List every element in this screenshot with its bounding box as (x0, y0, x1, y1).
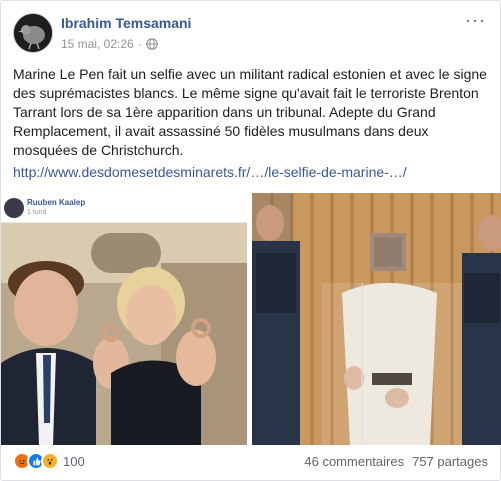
reactions-summary[interactable]: 100 (13, 452, 85, 470)
embedded-avatar (4, 198, 24, 218)
post-images[interactable]: Ruuben Kaalep 1 tund (1, 193, 501, 445)
meta-separator: · (137, 37, 142, 51)
selfie-photo (1, 223, 247, 445)
wow-icon (41, 452, 59, 470)
facebook-post: Ibrahim Temsamani 15 mai, 02:26 · ··· Ma… (0, 0, 501, 481)
post-body-text: Marine Le Pen fait un selfie avec un mil… (13, 66, 487, 158)
embedded-post-time: 1 tund (27, 209, 47, 216)
globe-icon[interactable] (145, 38, 158, 50)
embedded-post-header: Ruuben Kaalep 1 tund (1, 193, 247, 223)
post-meta: 15 mai, 02:26 · (61, 37, 158, 51)
courtroom-image (252, 193, 501, 445)
post-date[interactable]: 15 mai, 02:26 (61, 37, 134, 51)
article-link[interactable]: http://www.desdomesetdesminarets.fr/…/le… (13, 164, 407, 180)
author-avatar[interactable] (13, 13, 53, 53)
more-options-button[interactable]: ··· (465, 11, 486, 29)
shares-count[interactable]: 757 partages (412, 454, 488, 469)
post-header: Ibrahim Temsamani 15 mai, 02:26 · ··· (13, 11, 488, 57)
avatar-image (14, 14, 52, 52)
author-name[interactable]: Ibrahim Temsamani (61, 15, 191, 31)
selfie-screenshot[interactable]: Ruuben Kaalep 1 tund (1, 193, 247, 445)
comments-count[interactable]: 46 commentaires (304, 454, 404, 469)
reaction-count[interactable]: 100 (63, 454, 85, 469)
courtroom-photo[interactable] (252, 193, 501, 445)
post-stats: 46 commentaires 757 partages (304, 454, 488, 469)
post-footer: 100 46 commentaires 757 partages (13, 449, 488, 473)
embedded-author-name: Ruuben Kaalep (27, 198, 86, 207)
